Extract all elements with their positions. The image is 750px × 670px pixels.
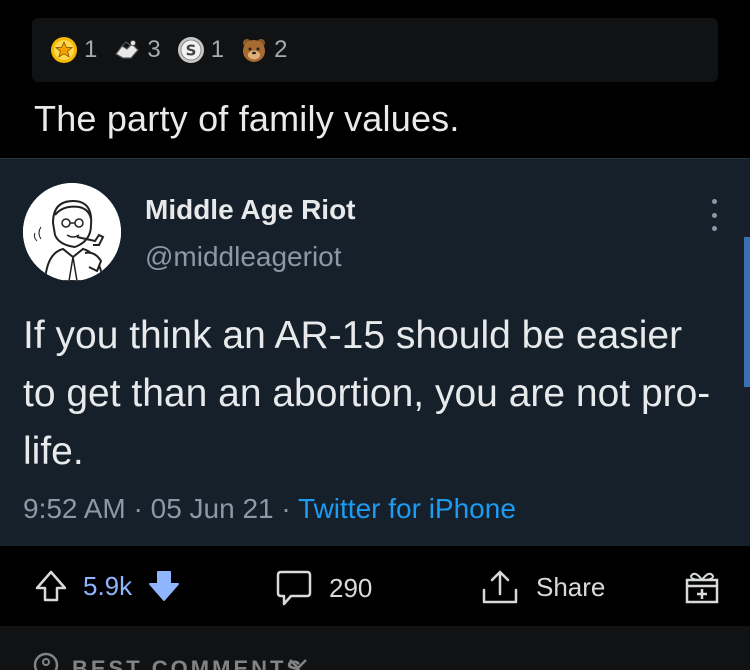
tweet-time: 9:52 AM	[23, 493, 126, 524]
sort-label: BEST COMMENTS	[72, 656, 305, 670]
more-options-icon[interactable]	[704, 199, 724, 231]
share-button[interactable]: Share	[480, 568, 605, 606]
rocket-sort-icon	[33, 652, 59, 670]
award-bear[interactable]: 2	[240, 36, 287, 64]
give-award-button[interactable]	[683, 568, 721, 606]
award-wholesome[interactable]: 3	[113, 36, 161, 64]
award-count: 1	[84, 36, 98, 63]
awards-bar: 1 3 S 1 2	[32, 18, 718, 82]
award-gold[interactable]: 1	[50, 36, 97, 64]
meta-separator: ·	[125, 493, 151, 524]
award-count: 2	[274, 36, 288, 63]
tweet-source[interactable]: Twitter for iPhone	[298, 493, 516, 524]
wholesome-award-icon	[115, 40, 140, 59]
tweet-meta: 9:52 AM · 05 Jun 21 · Twitter for iPhone	[23, 493, 516, 525]
post-title: The party of family values.	[34, 98, 460, 139]
share-label: Share	[536, 571, 606, 602]
svg-text:S: S	[185, 42, 196, 60]
upvote-icon[interactable]	[33, 568, 69, 604]
meta-separator: ·	[273, 493, 299, 524]
comment-icon	[276, 570, 312, 606]
gift-award-icon	[685, 572, 719, 604]
share-icon	[482, 570, 518, 604]
comment-count: 290	[329, 572, 373, 603]
award-silver[interactable]: S 1	[177, 36, 224, 64]
vote-group: 5.9k	[33, 568, 182, 604]
gold-star-award-icon	[51, 37, 77, 63]
post-action-bar: 5.9k 290 Share	[0, 546, 750, 624]
tweet-display-name[interactable]: Middle Age Riot	[145, 194, 356, 226]
tweet-handle[interactable]: @middleageriot	[145, 241, 342, 273]
tweet-card[interactable]: Middle Age Riot @middleageriot If you th…	[0, 158, 750, 546]
bear-award-icon	[243, 39, 266, 62]
downvote-icon[interactable]	[146, 568, 182, 604]
silver-award-icon: S	[177, 37, 204, 63]
award-count: 3	[147, 36, 161, 63]
man-with-pipe-illustration	[23, 183, 121, 281]
comments-button[interactable]: 290	[275, 568, 372, 608]
tweet-text: If you think an AR-15 should be easier t…	[23, 314, 711, 473]
avatar	[23, 183, 121, 281]
comment-sort-bar[interactable]: BEST COMMENTS	[0, 626, 750, 670]
chevron-down-icon	[289, 659, 307, 670]
scroll-indicator	[744, 237, 750, 387]
tweet-date: 05 Jun 21	[150, 493, 274, 524]
vote-count: 5.9k	[83, 570, 133, 601]
award-count: 1	[210, 36, 225, 63]
